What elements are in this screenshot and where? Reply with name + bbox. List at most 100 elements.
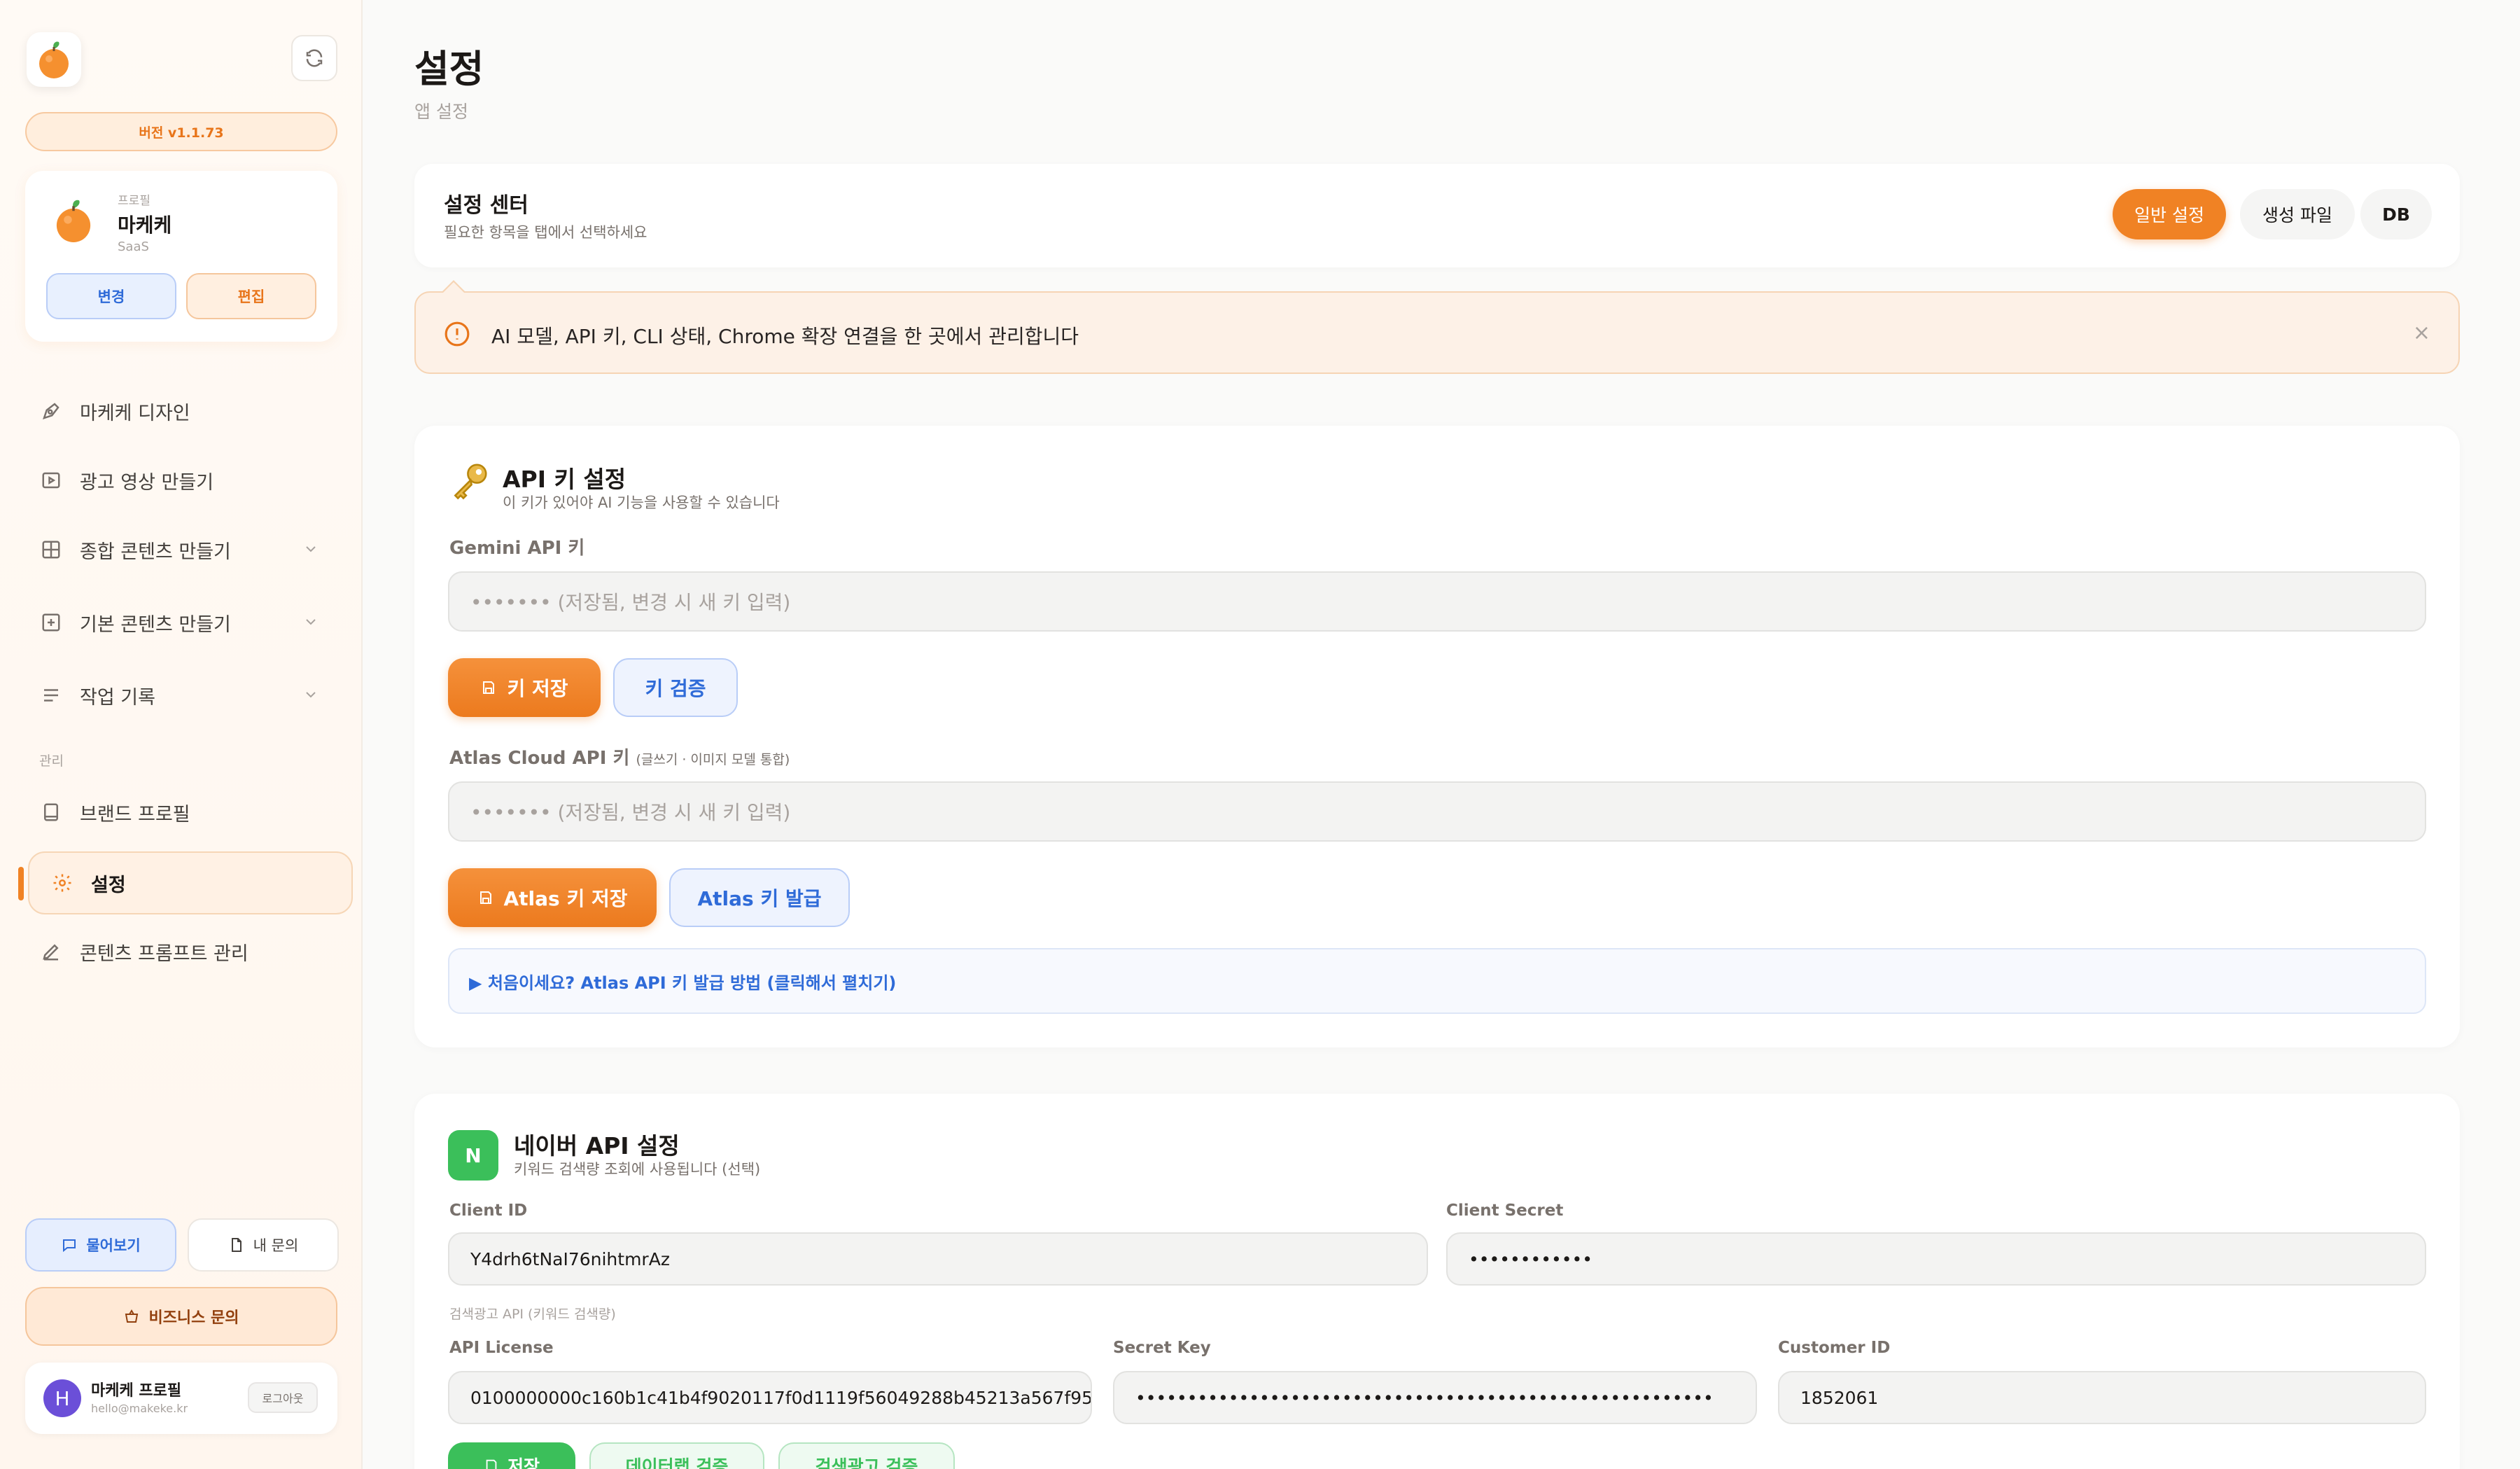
user-email: hello@makeke.kr [91, 1402, 188, 1415]
nav-item-basic-content[interactable]: 기본 콘텐츠 만들기 [25, 592, 350, 653]
tab-db[interactable]: DB [2360, 189, 2432, 239]
nav-item-design[interactable]: 마케케 디자인 [25, 381, 350, 441]
tab-general[interactable]: 일반 설정 [2113, 189, 2226, 239]
active-indicator [18, 867, 24, 900]
refresh-icon [306, 49, 323, 67]
plus-square-icon [39, 611, 63, 634]
api-key-card: API 키 설정 이 키가 있어야 AI 기능을 사용할 수 있습니다 Gemi… [414, 426, 2460, 1047]
secret-key-input[interactable]: ••••••••••••••••••••••••••••••••••••••••… [1113, 1371, 1757, 1424]
settings-center-title: 설정 센터 [444, 193, 528, 218]
video-icon [39, 468, 63, 492]
atlas-label-hint: (글쓰기 · 이미지 모델 통합) [636, 752, 790, 767]
atlas-save-button[interactable]: Atlas 키 저장 [448, 868, 657, 927]
nav-item-history[interactable]: 작업 기록 [25, 665, 350, 725]
atlas-save-label: Atlas 키 저장 [503, 887, 628, 910]
save-key-label: 키 저장 [507, 677, 568, 700]
user-card: H 마케케 프로필 hello@makeke.kr 로그아웃 [25, 1363, 337, 1434]
avatar[interactable]: H [43, 1379, 81, 1417]
notice-pointer-inner [443, 282, 464, 293]
naver-title: 네이버 API 설정 [514, 1132, 680, 1160]
save-icon [480, 679, 497, 696]
basket-icon [123, 1308, 140, 1325]
nav-item-label: 광고 영상 만들기 [80, 471, 214, 494]
profile-type: SaaS [118, 239, 149, 254]
naver-subtitle: 키워드 검색량 조회에 사용됩니다 (선택) [514, 1161, 761, 1178]
settings-center-subtitle: 필요한 항목을 탭에서 선택하세요 [444, 224, 648, 241]
nav-item-label: 브랜드 프로필 [80, 803, 190, 826]
nav-item-brand-profile[interactable]: 브랜드 프로필 [25, 782, 350, 842]
api-key-subtitle: 이 키가 있어야 AI 기능을 사용할 수 있습니다 [503, 494, 780, 511]
customer-id-label: Customer ID [1778, 1339, 1891, 1357]
atlas-guide-toggle[interactable]: ▶ 처음이세요? Atlas API 키 발급 방법 (클릭해서 펼치기) [448, 948, 2426, 1014]
tab-generated-files[interactable]: 생성 파일 [2240, 189, 2355, 239]
settings-center-card: 설정 센터 필요한 항목을 탭에서 선택하세요 일반 설정 생성 파일 DB [414, 164, 2460, 267]
verify-key-button[interactable]: 키 검증 [613, 658, 738, 717]
chat-icon [61, 1237, 78, 1253]
business-inquiry-button[interactable]: 비즈니스 문의 [25, 1287, 337, 1346]
pen-tool-icon [39, 399, 63, 423]
atlas-label-text: Atlas Cloud API 키 [449, 748, 630, 769]
nav-item-label: 기본 콘텐츠 만들기 [80, 613, 231, 636]
user-name: 마케케 프로필 [91, 1382, 182, 1400]
close-icon[interactable]: × [2413, 321, 2430, 345]
notice-text: AI 모델, API 키, CLI 상태, Chrome 확장 연결을 한 곳에… [491, 325, 1079, 348]
refresh-button[interactable] [291, 35, 337, 81]
naver-save-button[interactable]: 저장 [448, 1442, 575, 1469]
logout-button[interactable]: 로그아웃 [248, 1382, 318, 1413]
grid-icon [39, 538, 63, 562]
save-icon [477, 889, 494, 906]
save-icon [484, 1458, 499, 1469]
info-notice: AI 모델, API 키, CLI 상태, Chrome 확장 연결을 한 곳에… [414, 291, 2460, 374]
my-inquiry-label: 내 문의 [253, 1237, 299, 1254]
version-badge: 버전 v1.1.73 [25, 112, 337, 151]
datalab-verify-button[interactable]: 데이터랩 검증 [589, 1442, 764, 1469]
app-logo[interactable] [27, 32, 81, 87]
list-icon [39, 683, 63, 707]
client-id-input[interactable]: Y4drh6tNaI76nihtmrAz [448, 1232, 1428, 1286]
searchad-verify-button[interactable]: 검색광고 검증 [778, 1442, 955, 1469]
tangerine-icon [39, 41, 69, 78]
nav-item-label: 설정 [91, 874, 126, 896]
atlas-label: Atlas Cloud API 키 (글쓰기 · 이미지 모델 통합) [449, 744, 790, 770]
license-label: API License [449, 1339, 554, 1357]
customer-id-input[interactable]: 1852061 [1778, 1371, 2426, 1424]
tangerine-icon [56, 200, 91, 242]
pencil-icon [39, 940, 63, 963]
page-subtitle: 앱 설정 [414, 102, 468, 122]
client-id-label: Client ID [449, 1202, 528, 1220]
chevron-down-icon [306, 619, 316, 625]
naver-save-label: 저장 [507, 1456, 540, 1469]
page-title: 설정 [414, 47, 484, 91]
license-input[interactable]: 0100000000c160b1c41b4f9020117f0d1119f560… [448, 1371, 1092, 1424]
ask-button[interactable]: 물어보기 [25, 1218, 176, 1272]
nav-item-label: 콘텐츠 프롬프트 관리 [80, 942, 248, 965]
ads-api-label: 검색광고 API (키워드 검색량) [449, 1307, 616, 1322]
profile-edit-button[interactable]: 편집 [186, 273, 316, 319]
client-secret-label: Client Secret [1446, 1202, 1564, 1220]
my-inquiry-button[interactable]: 내 문의 [188, 1218, 339, 1272]
client-secret-input[interactable]: •••••••••••• [1446, 1232, 2426, 1286]
nav-item-label: 마케케 디자인 [80, 402, 190, 424]
atlas-key-input[interactable]: ••••••• (저장됨, 변경 시 새 키 입력) [448, 781, 2426, 842]
nav-item-settings[interactable]: 설정 [28, 851, 353, 914]
nav-item-prompt-manage[interactable]: 콘텐츠 프롬프트 관리 [25, 921, 350, 982]
profile-label: 프로필 [118, 194, 150, 208]
naver-api-card: N 네이버 API 설정 키워드 검색량 조회에 사용됩니다 (선택) Clie… [414, 1094, 2460, 1469]
chevron-down-icon [306, 546, 316, 552]
nav-section-label: 관리 [39, 753, 64, 769]
profile-change-button[interactable]: 변경 [46, 273, 176, 319]
save-key-button[interactable]: 키 저장 [448, 658, 601, 717]
book-icon [39, 800, 63, 824]
nav-item-ad-video[interactable]: 광고 영상 만들기 [25, 450, 350, 510]
nav-item-label: 작업 기록 [80, 686, 155, 709]
chevron-down-icon [306, 692, 316, 698]
key-icon [454, 464, 487, 500]
sidebar: 버전 v1.1.73 프로필 마케케 SaaS 변경 편집 마케케 디자인 광고… [0, 0, 363, 1469]
atlas-issue-button[interactable]: Atlas 키 발급 [669, 868, 850, 927]
gemini-key-input[interactable]: ••••••• (저장됨, 변경 시 새 키 입력) [448, 571, 2426, 632]
profile-name: 마케케 [118, 214, 172, 237]
info-icon [444, 321, 470, 347]
nav-item-total-content[interactable]: 종합 콘텐츠 만들기 [25, 520, 350, 580]
gear-icon [50, 871, 74, 895]
gemini-label: Gemini API 키 [449, 538, 585, 559]
